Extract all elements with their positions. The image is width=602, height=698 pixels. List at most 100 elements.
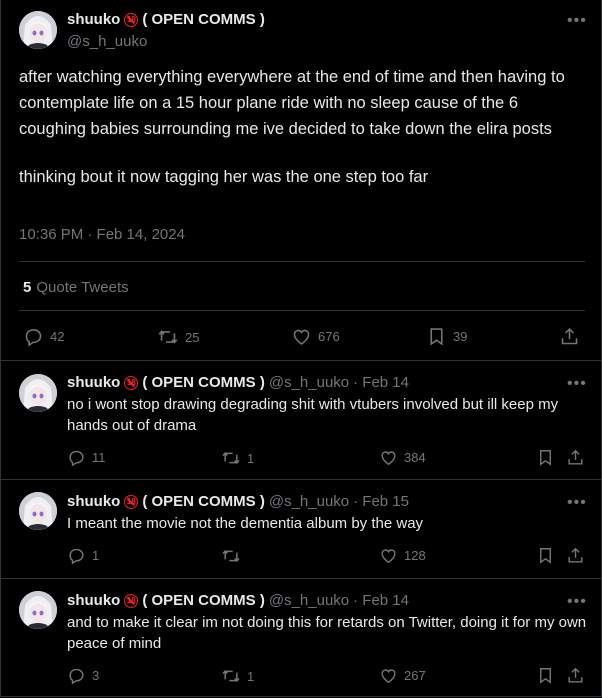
adult-badge-icon: 18: [124, 494, 139, 509]
reply-bubble-icon: [67, 666, 86, 685]
repost-button[interactable]: 1: [221, 448, 254, 468]
post-body-paragraph-2: thinking bout it now tagging her was the…: [19, 168, 429, 186]
reply-header: shuuko 18 ( OPEN COMMS ) @s_h_uuko · Feb…: [67, 592, 409, 609]
author-name[interactable]: shuuko: [67, 374, 120, 391]
bookmark-icon: [536, 546, 555, 565]
author-handle[interactable]: @s_h_uuko: [269, 493, 349, 510]
like-count: 384: [404, 450, 426, 465]
repost-button[interactable]: [221, 546, 247, 566]
author-name[interactable]: shuuko: [67, 11, 120, 28]
author-handle[interactable]: @s_h_uuko: [269, 592, 349, 609]
reply-bubble-icon: [23, 326, 44, 347]
reply-count: 1: [92, 548, 100, 563]
author-name-row[interactable]: shuuko 18 ( OPEN COMMS ): [67, 11, 265, 28]
adult-badge-icon: 18: [124, 12, 139, 27]
heart-icon: [379, 546, 398, 565]
reply-text: I meant the movie not the dementia album…: [67, 515, 424, 532]
quote-tweets-link[interactable]: 5 Quote Tweets: [23, 279, 129, 296]
share-button[interactable]: [566, 666, 585, 685]
reply-text: and to make it clear im not doing this f…: [67, 614, 587, 652]
adult-badge-icon: 18: [124, 593, 139, 608]
author-handle[interactable]: @s_h_uuko: [269, 374, 349, 391]
divider: [1, 479, 601, 480]
more-dots-icon[interactable]: •••: [567, 13, 587, 29]
bookmark-button[interactable]: 39: [426, 326, 467, 347]
author-name-suffix[interactable]: ( OPEN COMMS ): [142, 11, 265, 28]
bookmark-icon: [536, 448, 555, 467]
bookmark-count: 39: [453, 329, 468, 344]
post-body: after watching everything everywhere at …: [19, 64, 589, 190]
bookmark-icon: [536, 666, 555, 685]
more-dots-icon[interactable]: •••: [567, 376, 587, 392]
repost-arrows-icon: [221, 448, 241, 468]
divider: [19, 310, 585, 311]
repost-arrows-icon: [221, 666, 241, 686]
quote-count: 5: [23, 279, 32, 296]
repost-count: 1: [247, 668, 255, 684]
post-date[interactable]: · Feb 14: [353, 592, 409, 609]
repost-count: 1: [247, 450, 255, 466]
bookmark-button[interactable]: [536, 666, 555, 685]
author-name-suffix[interactable]: ( OPEN COMMS ): [142, 493, 265, 510]
author-name-suffix[interactable]: ( OPEN COMMS ): [142, 592, 265, 609]
avatar-image: [19, 492, 57, 530]
like-button[interactable]: 384: [379, 448, 426, 467]
avatar-image: [19, 591, 57, 629]
author-handle[interactable]: @s_h_uuko: [67, 33, 147, 50]
like-button[interactable]: 267: [379, 666, 426, 685]
heart-icon: [291, 326, 312, 347]
divider: [1, 360, 601, 361]
like-count: 676: [318, 329, 340, 344]
reply-button[interactable]: 11: [67, 448, 106, 467]
repost-button[interactable]: 25: [157, 326, 199, 348]
avatar-image: [19, 11, 57, 49]
share-button[interactable]: [559, 326, 580, 347]
more-dots-icon[interactable]: •••: [567, 594, 587, 610]
divider: [1, 578, 601, 579]
author-name[interactable]: shuuko: [67, 592, 120, 609]
avatar[interactable]: [19, 591, 57, 629]
author-name-suffix[interactable]: ( OPEN COMMS ): [142, 374, 265, 391]
like-count: 267: [404, 668, 426, 683]
heart-icon: [379, 666, 398, 685]
post-timestamp[interactable]: 10:36 PM · Feb 14, 2024: [19, 226, 185, 243]
avatar-image: [19, 374, 57, 412]
reply-button[interactable]: 1: [67, 546, 99, 565]
adult-badge-icon: 18: [124, 375, 139, 390]
share-upload-icon: [566, 546, 585, 565]
share-upload-icon: [559, 326, 580, 347]
more-dots-icon[interactable]: •••: [567, 495, 587, 511]
avatar[interactable]: [19, 11, 57, 49]
share-upload-icon: [566, 448, 585, 467]
bookmark-icon: [426, 326, 447, 347]
repost-arrows-icon: [157, 326, 179, 348]
bookmark-button[interactable]: [536, 546, 555, 565]
reply-button[interactable]: 3: [67, 666, 99, 685]
reply-bubble-icon: [67, 546, 86, 565]
like-count: 128: [404, 548, 426, 563]
share-button[interactable]: [566, 546, 585, 565]
post-date[interactable]: · Feb 15: [353, 493, 409, 510]
repost-count: 25: [185, 329, 200, 345]
bookmark-button[interactable]: [536, 448, 555, 467]
reply-count: 42: [50, 329, 65, 344]
share-upload-icon: [566, 666, 585, 685]
avatar[interactable]: [19, 492, 57, 530]
like-button[interactable]: 128: [379, 546, 426, 565]
reply-header: shuuko 18 ( OPEN COMMS ) @s_h_uuko · Feb…: [67, 374, 409, 391]
like-button[interactable]: 676: [291, 326, 340, 347]
divider: [19, 261, 585, 262]
reply-bubble-icon: [67, 448, 86, 467]
avatar[interactable]: [19, 374, 57, 412]
repost-arrows-icon: [221, 546, 241, 566]
post-date[interactable]: · Feb 14: [353, 374, 409, 391]
reply-button[interactable]: 42: [23, 326, 64, 347]
post-body-paragraph-1: after watching everything everywhere at …: [19, 68, 565, 138]
reply-count: 11: [92, 450, 106, 465]
quote-label: Quote Tweets: [36, 279, 129, 296]
reply-text: no i wont stop drawing degrading shit wi…: [67, 396, 559, 434]
heart-icon: [379, 448, 398, 467]
share-button[interactable]: [566, 448, 585, 467]
author-name[interactable]: shuuko: [67, 493, 120, 510]
repost-button[interactable]: 1: [221, 666, 254, 686]
